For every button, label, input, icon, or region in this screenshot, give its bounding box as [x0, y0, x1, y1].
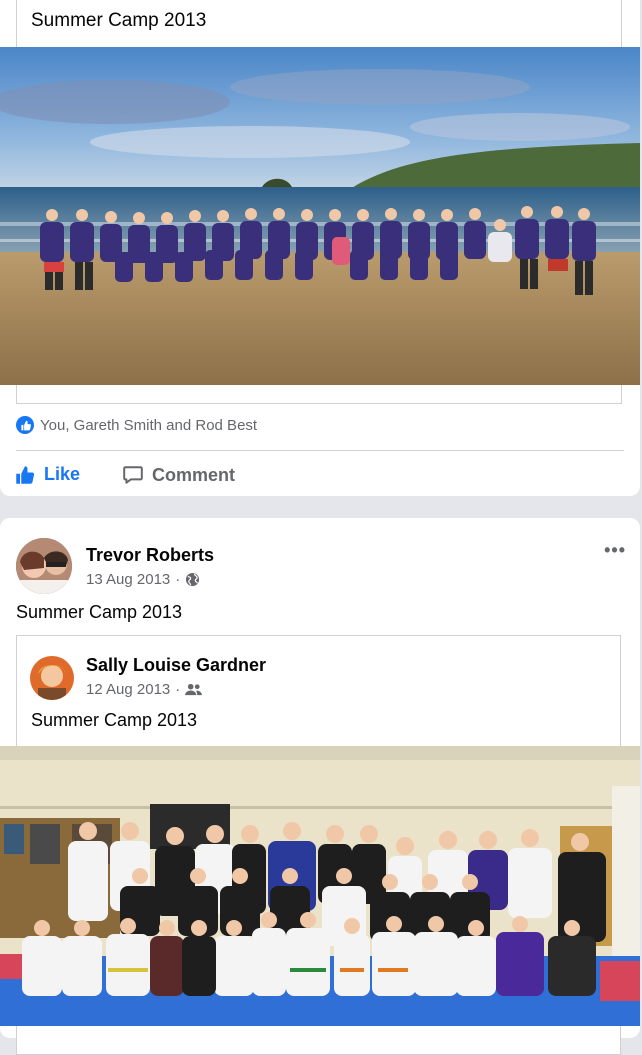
- shared-post-text: Summer Camp 2013: [31, 710, 198, 730]
- author-name[interactable]: Trevor Roberts: [86, 545, 214, 566]
- comment-button[interactable]: Comment: [122, 464, 235, 486]
- post-meta: 13 Aug 2013 ·: [86, 571, 200, 588]
- author-avatar[interactable]: [16, 538, 72, 594]
- like-reaction-icon: [16, 416, 34, 434]
- friends-icon: [185, 683, 203, 696]
- divider: [16, 450, 624, 451]
- shared-post-caption: Summer Camp 2013: [31, 10, 207, 31]
- shared-post-date[interactable]: 12 Aug 2013: [86, 681, 170, 698]
- post-date[interactable]: 13 Aug 2013: [86, 571, 170, 588]
- thumbs-up-icon: [16, 465, 35, 484]
- shared-post-meta: 12 Aug 2013 ·: [86, 681, 203, 698]
- reactions-text: You, Gareth Smith and Rod Best: [40, 416, 258, 434]
- shared-author-name[interactable]: Sally Louise Gardner: [86, 655, 266, 676]
- dojo-group-photo[interactable]: [0, 746, 640, 1026]
- comment-icon: [123, 466, 143, 484]
- beach-group-photo[interactable]: [0, 47, 640, 385]
- like-button[interactable]: Like: [14, 464, 80, 485]
- post-text: Summer Camp 2013: [16, 602, 183, 622]
- reactions-summary[interactable]: You, Gareth Smith and Rod Best: [16, 416, 257, 434]
- globe-icon: [186, 572, 200, 587]
- like-label: Like: [44, 464, 81, 484]
- comment-label: Comment: [152, 464, 236, 485]
- post-card: Summer Camp 2013 You, Gareth Smith and R…: [0, 0, 640, 496]
- more-options-button[interactable]: •••: [604, 540, 626, 561]
- post-card: Trevor Roberts 13 Aug 2013 · ••• Summer …: [0, 518, 640, 1055]
- shared-author-avatar[interactable]: [30, 656, 74, 700]
